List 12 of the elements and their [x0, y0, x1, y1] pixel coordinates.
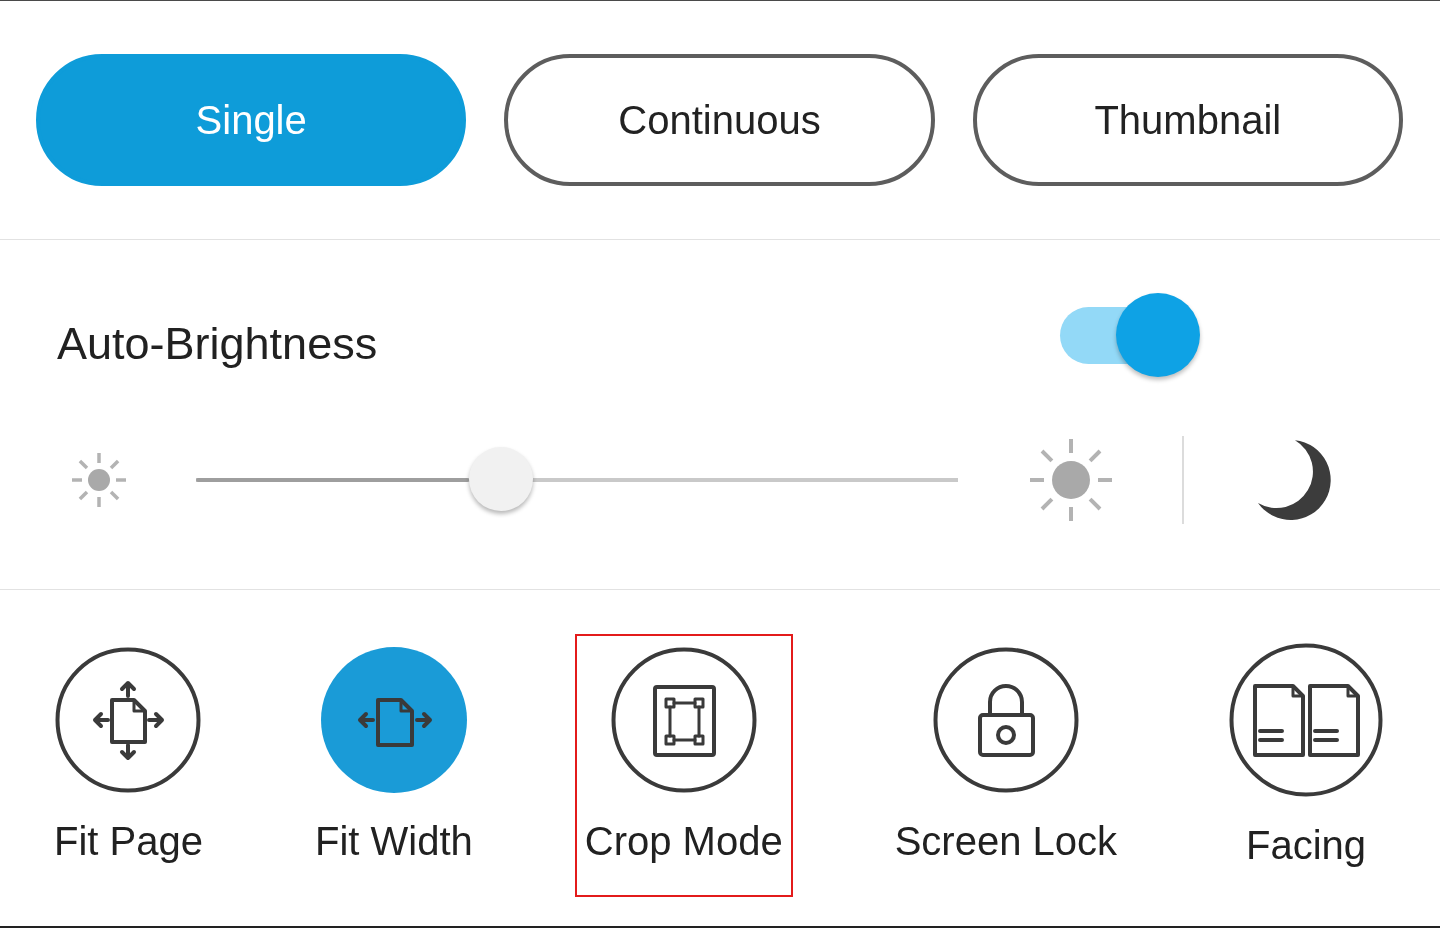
- auto-brightness-toggle[interactable]: [1060, 293, 1200, 379]
- small-sun-icon: [70, 451, 128, 509]
- slider-thumb[interactable]: [468, 447, 533, 511]
- fit-page-button[interactable]: Fit Page: [54, 647, 203, 865]
- auto-brightness-label: Auto-Brightness: [57, 318, 378, 370]
- large-sun-icon: [1029, 438, 1113, 522]
- view-mode-button[interactable]: Continuous: [504, 54, 935, 186]
- screen-lock-button[interactable]: Screen Lock: [894, 647, 1117, 865]
- facing-button[interactable]: Facing: [1229, 647, 1383, 869]
- view-mode-button[interactable]: Thumbnail: [972, 54, 1403, 186]
- fit-width-button[interactable]: Fit Width: [314, 647, 473, 865]
- crop-mode-button[interactable]: Crop Mode: [584, 647, 783, 865]
